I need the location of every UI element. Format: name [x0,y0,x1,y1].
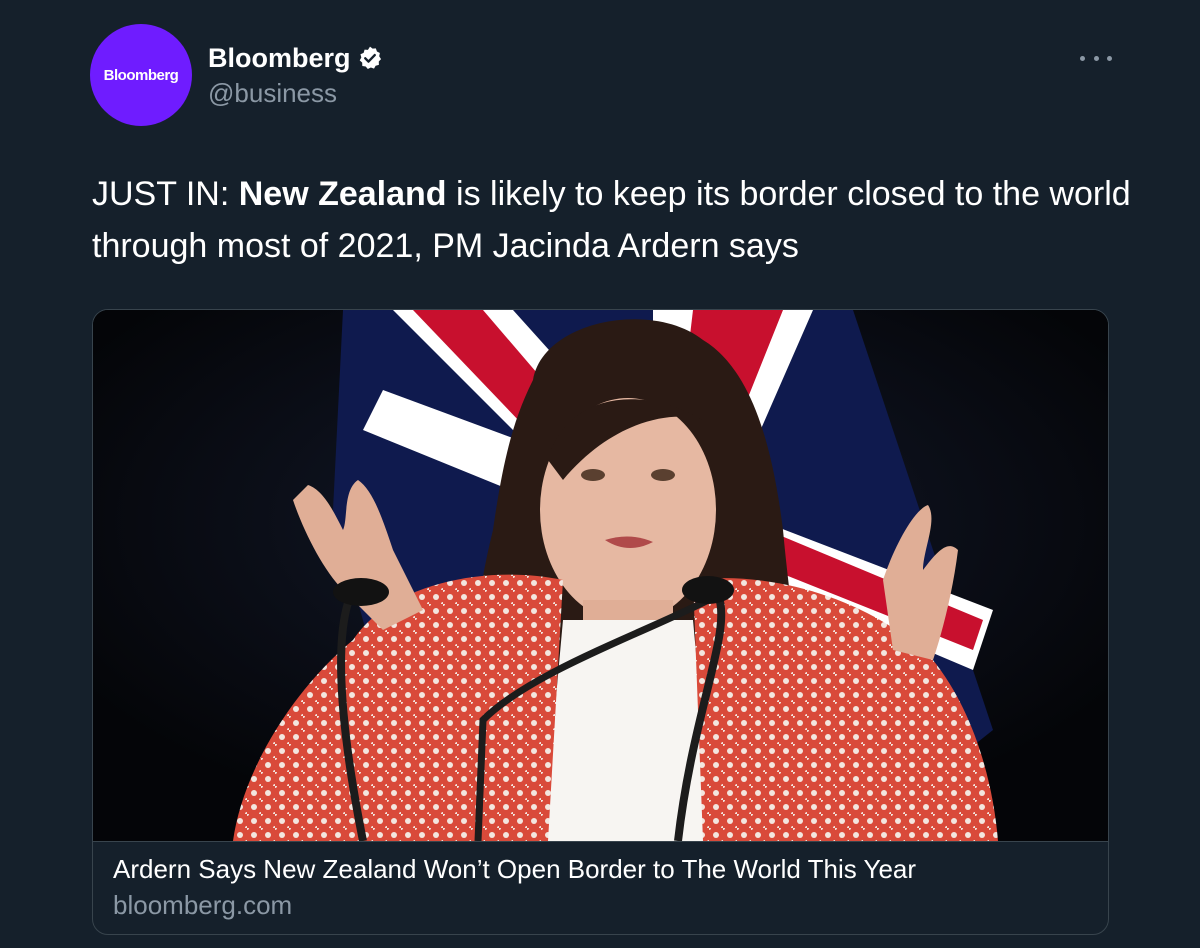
tweet-text-prefix: JUST IN: [92,175,239,213]
tweet-text: JUST IN: New Zealand is likely to keep i… [92,168,1132,272]
card-divider [93,841,1108,842]
verified-badge-icon [359,46,381,69]
handle[interactable]: @business [208,78,383,109]
card-image[interactable] [93,310,1108,841]
more-horizontal-icon[interactable] [1080,48,1112,68]
tweet-text-bold: New Zealand [238,175,447,213]
card-domain[interactable]: bloomberg.com [113,890,292,921]
link-card[interactable]: Ardern Says New Zealand Won’t Open Borde… [92,309,1109,935]
card-title[interactable]: Ardern Says New Zealand Won’t Open Borde… [113,854,916,885]
name-row: Bloomberg [208,40,383,76]
avatar-logo-text: Bloomberg [103,66,179,84]
author-info: Bloomberg @business [208,40,383,109]
card-photo [93,310,1108,841]
avatar[interactable]: Bloomberg [90,24,192,126]
display-name[interactable]: Bloomberg [208,43,351,74]
tweet: Bloomberg Bloomberg @business JUST IN: N… [0,0,1200,948]
